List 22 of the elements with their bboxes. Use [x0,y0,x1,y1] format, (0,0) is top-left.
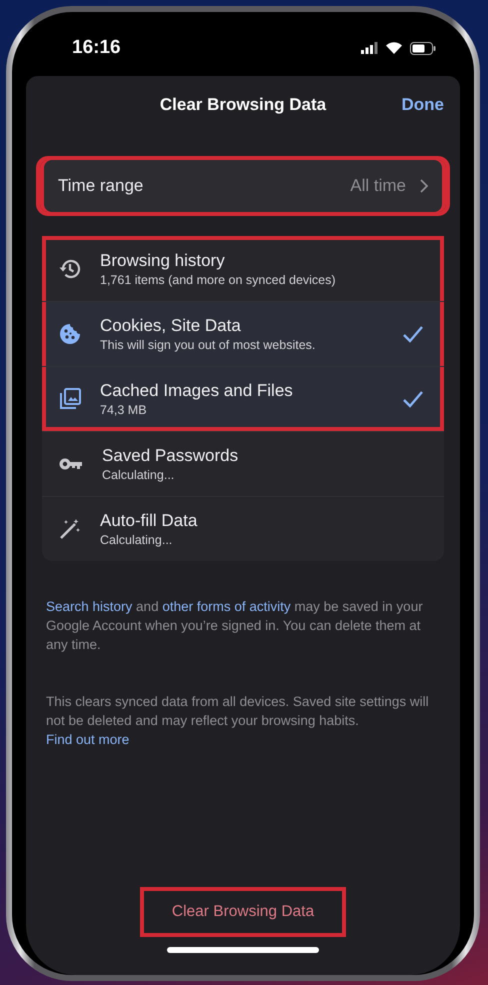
done-button[interactable]: Done [400,93,446,117]
data-type-row[interactable]: Browsing history 1,761 items (and more on synced devices) [42,236,444,301]
data-type-row[interactable]: Cached Images and Files 74,3 MB [42,366,444,431]
link[interactable]: Search history [46,599,132,614]
wifi-icon [386,42,402,54]
magic-wand-icon [58,517,82,541]
link[interactable]: other forms of activity [162,599,291,614]
data-type-row[interactable]: Saved Passwords Calculating... [42,431,444,496]
clear-browsing-data-button[interactable]: Clear Browsing Data [140,887,346,937]
data-type-row[interactable]: Cookies, Site Data This will sign you out of most websites. [42,301,444,366]
chevron-icon [420,179,428,193]
battery-icon [410,42,436,54]
info-text: Search history and other forms of activity may be saved in your Google Account when you’re signed in. You can delete them at any time. [46,598,424,654]
signal-icon [361,42,378,54]
status-time: 16:16 [72,37,121,59]
images-icon [58,387,82,411]
info-text: This clears synced data from all devices. Saved site settings will not be deleted and may reflect your browsing habits. Find out more [46,693,430,749]
time-range-row[interactable]: Time range All time [40,160,446,212]
cookie-icon [58,322,82,346]
data-type-row[interactable]: Auto-fill Data Calculating... [42,496,444,561]
link[interactable]: Find out more [46,732,130,747]
sheet-title: Clear Browsing Data [160,95,326,115]
